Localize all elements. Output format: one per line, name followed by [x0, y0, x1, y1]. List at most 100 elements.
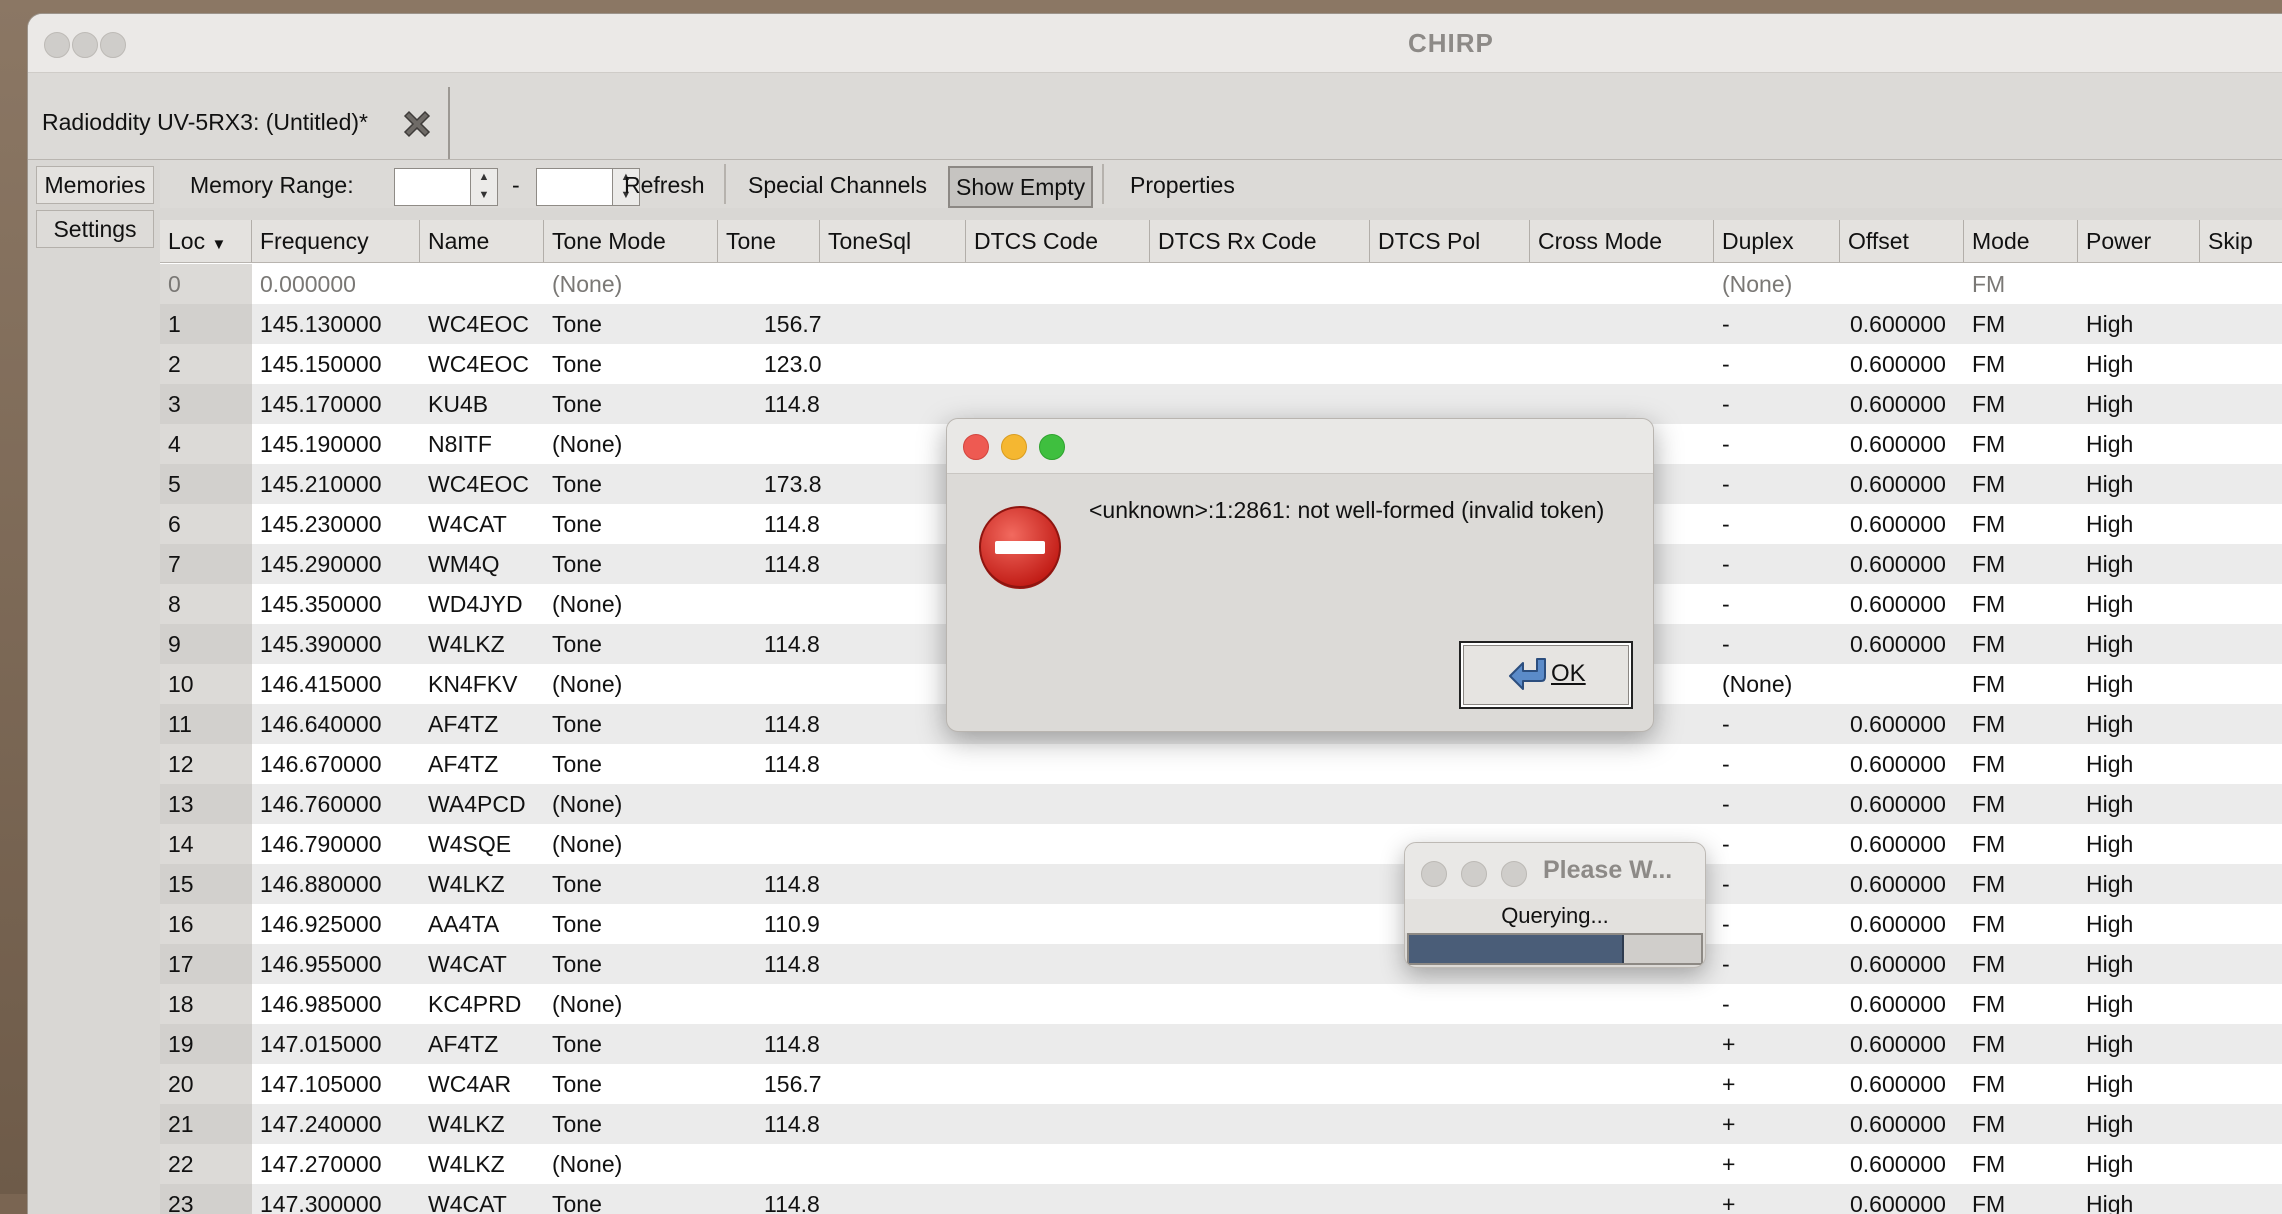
tab-settings[interactable]: Settings	[36, 210, 154, 248]
loc-cell[interactable]: 3	[160, 384, 252, 424]
power-cell[interactable]: High	[2086, 304, 2133, 344]
offset-cell[interactable]: 0.600000	[1850, 384, 1946, 424]
column-header-offset[interactable]: Offset	[1840, 220, 1964, 262]
tone-cell[interactable]: 156.7	[764, 1064, 822, 1104]
duplex-cell[interactable]: +	[1722, 1144, 1735, 1184]
mode-cell[interactable]: FM	[1972, 1144, 2005, 1184]
dialog-zoom-button[interactable]	[1039, 434, 1065, 460]
name-cell[interactable]: AF4TZ	[428, 704, 498, 744]
duplex-cell[interactable]: -	[1722, 304, 1730, 344]
tone-mode-cell[interactable]: Tone	[552, 864, 602, 904]
loc-cell[interactable]: 8	[160, 584, 252, 624]
mode-cell[interactable]: FM	[1972, 384, 2005, 424]
column-header-mode[interactable]: Mode	[1964, 220, 2078, 262]
power-cell[interactable]: High	[2086, 504, 2133, 544]
loc-cell[interactable]: 14	[160, 824, 252, 864]
column-header-name[interactable]: Name	[420, 220, 544, 262]
loc-cell[interactable]: 6	[160, 504, 252, 544]
frequency-cell[interactable]: 146.415000	[260, 664, 382, 704]
name-cell[interactable]: WC4EOC	[428, 464, 529, 504]
frequency-cell[interactable]: 146.880000	[260, 864, 382, 904]
loc-cell[interactable]: 0	[160, 264, 252, 304]
mode-cell[interactable]: FM	[1972, 704, 2005, 744]
mode-cell[interactable]: FM	[1972, 1064, 2005, 1104]
duplex-cell[interactable]: -	[1722, 344, 1730, 384]
progress-close-button[interactable]	[1421, 861, 1447, 887]
mode-cell[interactable]: FM	[1972, 824, 2005, 864]
offset-cell[interactable]: 0.600000	[1850, 1104, 1946, 1144]
mode-cell[interactable]: FM	[1972, 744, 2005, 784]
tone-mode-cell[interactable]: Tone	[552, 704, 602, 744]
power-cell[interactable]: High	[2086, 664, 2133, 704]
mode-cell[interactable]: FM	[1972, 304, 2005, 344]
tone-cell[interactable]: 114.8	[764, 864, 820, 904]
power-cell[interactable]: High	[2086, 584, 2133, 624]
loc-cell[interactable]: 22	[160, 1144, 252, 1184]
column-header-power[interactable]: Power	[2078, 220, 2200, 262]
loc-cell[interactable]: 4	[160, 424, 252, 464]
name-cell[interactable]: WD4JYD	[428, 584, 523, 624]
name-cell[interactable]: W4CAT	[428, 504, 507, 544]
tone-mode-cell[interactable]: Tone	[552, 544, 602, 584]
table-row[interactable]: 22 147.270000 W4LKZ (None) +0.600000 FM High	[160, 1144, 2282, 1184]
offset-cell[interactable]: 0.600000	[1850, 984, 1946, 1024]
tone-mode-cell[interactable]: Tone	[552, 504, 602, 544]
offset-cell[interactable]: 0.600000	[1850, 864, 1946, 904]
tone-cell[interactable]: 114.8	[764, 504, 820, 544]
loc-cell[interactable]: 20	[160, 1064, 252, 1104]
offset-cell[interactable]: 0.600000	[1850, 584, 1946, 624]
tone-cell[interactable]: 114.8	[764, 1104, 820, 1144]
offset-cell[interactable]: 0.600000	[1850, 944, 1946, 984]
name-cell[interactable]: W4LKZ	[428, 1104, 505, 1144]
offset-cell[interactable]: 0.600000	[1850, 704, 1946, 744]
duplex-cell[interactable]: -	[1722, 944, 1730, 984]
tone-cell[interactable]: 114.8	[764, 624, 820, 664]
mode-cell[interactable]: FM	[1972, 264, 2005, 304]
loc-cell[interactable]: 1	[160, 304, 252, 344]
tone-mode-cell[interactable]: (None)	[552, 424, 622, 464]
table-row[interactable]: 15 146.880000 W4LKZ Tone 114.8 - 0.600000 FM Hig…	[160, 864, 2282, 904]
column-header-tonesql[interactable]: ToneSql	[820, 220, 966, 262]
tone-cell[interactable]: 123.0	[764, 344, 822, 384]
tone-cell[interactable]: 156.7	[764, 304, 822, 344]
loc-cell[interactable]: 12	[160, 744, 252, 784]
tone-cell[interactable]: 110.9	[764, 904, 820, 944]
table-row[interactable]: 23 147.300000 W4CAT Tone 114.8 +0.600000 FM Hig…	[160, 1184, 2282, 1214]
loc-cell[interactable]: 17	[160, 944, 252, 984]
frequency-cell[interactable]: 145.350000	[260, 584, 382, 624]
frequency-cell[interactable]: 145.230000	[260, 504, 382, 544]
duplex-cell[interactable]: -	[1722, 824, 1730, 864]
column-header-loc[interactable]: Loc ▼	[160, 220, 252, 262]
mode-cell[interactable]: FM	[1972, 944, 2005, 984]
offset-cell[interactable]: 0.600000	[1850, 464, 1946, 504]
loc-cell[interactable]: 13	[160, 784, 252, 824]
name-cell[interactable]: W4LKZ	[428, 864, 505, 904]
power-cell[interactable]: High	[2086, 424, 2133, 464]
duplex-cell[interactable]: -	[1722, 424, 1730, 464]
frequency-cell[interactable]: 146.670000	[260, 744, 382, 784]
tab-memories[interactable]: Memories	[36, 166, 154, 204]
tone-cell[interactable]: 114.8	[764, 544, 820, 584]
offset-cell[interactable]: 0.600000	[1850, 904, 1946, 944]
frequency-cell[interactable]: 146.925000	[260, 904, 382, 944]
duplex-cell[interactable]: -	[1722, 544, 1730, 584]
table-row[interactable]: 17 146.955000 W4CAT Tone 114.8 - 0.600000 FM Hig…	[160, 944, 2282, 984]
offset-cell[interactable]: 0.600000	[1850, 744, 1946, 784]
range-start-spinner[interactable]: ▲ ▼	[394, 168, 498, 206]
frequency-cell[interactable]: 146.760000	[260, 784, 382, 824]
table-row[interactable]: 20 147.105000 WC4AR Tone 156.7 +0.600000 FM Hig…	[160, 1064, 2282, 1104]
tone-mode-cell[interactable]: (None)	[552, 984, 622, 1024]
frequency-cell[interactable]: 145.130000	[260, 304, 382, 344]
frequency-cell[interactable]: 145.210000	[260, 464, 382, 504]
duplex-cell[interactable]: +	[1722, 1184, 1735, 1214]
name-cell[interactable]: KN4FKV	[428, 664, 517, 704]
offset-cell[interactable]: 0.600000	[1850, 824, 1946, 864]
tone-cell[interactable]: 114.8	[764, 1024, 820, 1064]
frequency-cell[interactable]: 145.170000	[260, 384, 382, 424]
duplex-cell[interactable]: -	[1722, 464, 1730, 504]
spin-down-icon[interactable]: ▼	[471, 187, 497, 205]
tone-mode-cell[interactable]: (None)	[552, 664, 622, 704]
frequency-cell[interactable]: 146.640000	[260, 704, 382, 744]
close-tab-icon[interactable]	[400, 107, 434, 141]
tone-mode-cell[interactable]: Tone	[552, 1064, 602, 1104]
